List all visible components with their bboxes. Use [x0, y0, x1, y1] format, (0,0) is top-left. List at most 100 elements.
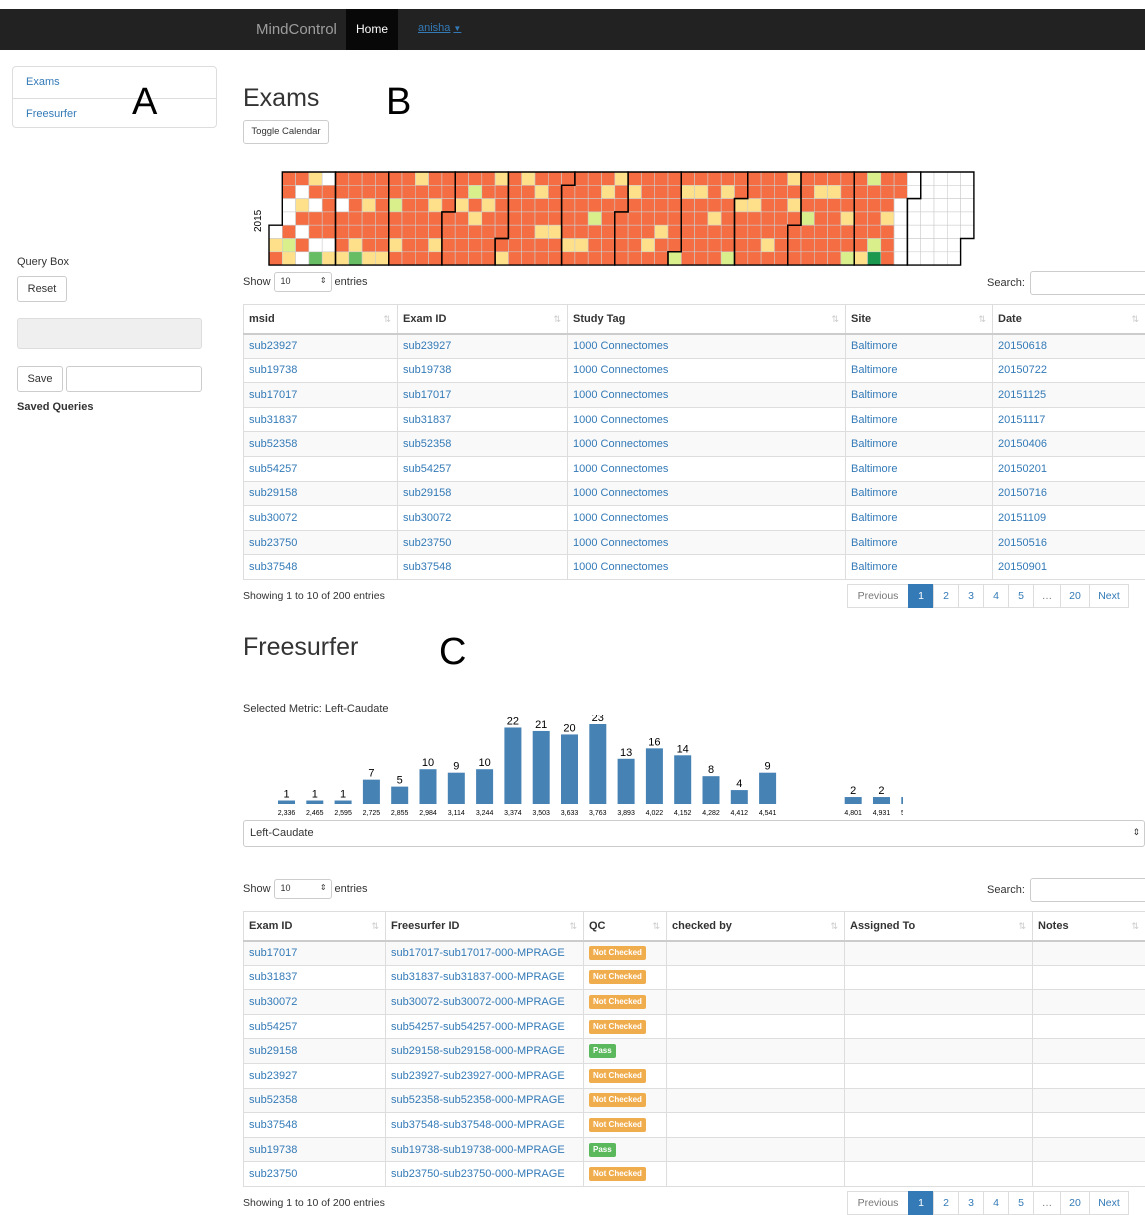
calendar-day-cell[interactable]: [641, 199, 654, 212]
calendar-day-cell[interactable]: [415, 239, 428, 252]
calendar-day-cell[interactable]: [429, 225, 442, 238]
calendar-day-cell[interactable]: [801, 252, 814, 265]
calendar-day-cell[interactable]: [841, 212, 854, 225]
calendar-day-cell[interactable]: [588, 239, 601, 252]
calendar-day-cell[interactable]: [389, 212, 402, 225]
calendar-day-cell[interactable]: [548, 199, 561, 212]
calendar-day-cell[interactable]: [548, 172, 561, 185]
calendar-day-cell[interactable]: [814, 225, 827, 238]
calendar-day-cell[interactable]: [721, 172, 734, 185]
calendar-day-cell[interactable]: [362, 199, 375, 212]
cell-link[interactable]: sub30072: [403, 512, 451, 524]
calendar-day-cell[interactable]: [748, 172, 761, 185]
previous-page-button[interactable]: Previous: [847, 1191, 909, 1215]
calendar-day-cell[interactable]: [721, 225, 734, 238]
cell-link[interactable]: sub31837: [403, 414, 451, 426]
calendar-day-cell[interactable]: [588, 199, 601, 212]
calendar-day-cell[interactable]: [761, 185, 774, 198]
cell-link[interactable]: sub30072: [249, 996, 297, 1008]
calendar-day-cell[interactable]: [469, 239, 482, 252]
calendar-day-cell[interactable]: [336, 172, 349, 185]
calendar-day-cell[interactable]: [602, 199, 615, 212]
calendar-day-cell[interactable]: [548, 239, 561, 252]
cell-link[interactable]: sub37548: [403, 561, 451, 573]
calendar-day-cell[interactable]: [708, 212, 721, 225]
calendar-day-cell[interactable]: [296, 212, 309, 225]
calendar-day-cell[interactable]: [628, 185, 641, 198]
calendar-day-cell[interactable]: [562, 212, 575, 225]
cell-link[interactable]: 20151117: [998, 414, 1045, 426]
calendar-day-cell[interactable]: [681, 185, 694, 198]
calendar-day-cell[interactable]: [562, 199, 575, 212]
calendar-day-cell[interactable]: [469, 212, 482, 225]
calendar-day-cell[interactable]: [296, 185, 309, 198]
calendar-day-cell[interactable]: [774, 239, 787, 252]
calendar-day-cell[interactable]: [708, 252, 721, 265]
histogram-bar[interactable]: [589, 724, 606, 804]
calendar-day-cell[interactable]: [921, 199, 934, 212]
calendar-day-cell[interactable]: [429, 185, 442, 198]
calendar-day-cell[interactable]: [548, 225, 561, 238]
calendar-day-cell[interactable]: [947, 252, 960, 265]
calendar-day-cell[interactable]: [748, 199, 761, 212]
calendar-day-cell[interactable]: [628, 239, 641, 252]
column-header[interactable]: Study Tag⇅: [568, 305, 846, 334]
page-button[interactable]: 3: [958, 1191, 984, 1215]
calendar-day-cell[interactable]: [854, 252, 867, 265]
calendar-day-cell[interactable]: [708, 239, 721, 252]
calendar-day-cell[interactable]: [429, 199, 442, 212]
cell-link[interactable]: sub17017: [249, 389, 297, 401]
cell-link[interactable]: Baltimore: [851, 364, 897, 376]
calendar-day-cell[interactable]: [921, 252, 934, 265]
calendar-day-cell[interactable]: [894, 212, 907, 225]
user-menu[interactable]: anisha▼: [418, 22, 461, 34]
calendar-day-cell[interactable]: [336, 185, 349, 198]
calendar-day-cell[interactable]: [482, 185, 495, 198]
page-button[interactable]: 4: [983, 584, 1009, 608]
column-header[interactable]: msid⇅: [244, 305, 398, 334]
histogram-bar[interactable]: [533, 731, 550, 804]
cell-link[interactable]: Baltimore: [851, 389, 897, 401]
calendar-day-cell[interactable]: [322, 225, 335, 238]
calendar-day-cell[interactable]: [349, 239, 362, 252]
calendar-day-cell[interactable]: [522, 172, 535, 185]
calendar-day-cell[interactable]: [588, 252, 601, 265]
calendar-day-cell[interactable]: [735, 252, 748, 265]
cell-link[interactable]: Baltimore: [851, 340, 897, 352]
calendar-day-cell[interactable]: [668, 225, 681, 238]
calendar-day-cell[interactable]: [522, 225, 535, 238]
calendar-day-cell[interactable]: [655, 239, 668, 252]
calendar-day-cell[interactable]: [761, 225, 774, 238]
calendar-day-cell[interactable]: [748, 212, 761, 225]
calendar-day-cell[interactable]: [947, 225, 960, 238]
calendar-day-cell[interactable]: [588, 172, 601, 185]
calendar-day-cell[interactable]: [362, 212, 375, 225]
calendar-day-cell[interactable]: [615, 239, 628, 252]
calendar-day-cell[interactable]: [801, 239, 814, 252]
calendar-day-cell[interactable]: [588, 185, 601, 198]
calendar-day-cell[interactable]: [508, 185, 521, 198]
cell-link[interactable]: Baltimore: [851, 487, 897, 499]
calendar-day-cell[interactable]: [269, 239, 282, 252]
reset-button[interactable]: Reset: [17, 276, 67, 302]
calendar-day-cell[interactable]: [602, 252, 615, 265]
cell-link[interactable]: 20151109: [998, 512, 1046, 524]
calendar-day-cell[interactable]: [455, 225, 468, 238]
calendar-day-cell[interactable]: [961, 172, 974, 185]
cell-link[interactable]: sub23927: [403, 340, 451, 352]
calendar-day-cell[interactable]: [562, 185, 575, 198]
calendar-day-cell[interactable]: [788, 185, 801, 198]
cell-link[interactable]: sub29158: [249, 1045, 297, 1057]
calendar-day-cell[interactable]: [788, 225, 801, 238]
calendar-day-cell[interactable]: [961, 212, 974, 225]
calendar-day-cell[interactable]: [934, 212, 947, 225]
save-name-input[interactable]: [66, 366, 202, 392]
histogram-bar[interactable]: [420, 769, 437, 804]
calendar-day-cell[interactable]: [575, 212, 588, 225]
column-header[interactable]: Freesurfer ID⇅: [386, 912, 584, 941]
cell-link[interactable]: Baltimore: [851, 561, 897, 573]
page-button[interactable]: 5: [1008, 1191, 1034, 1215]
calendar-day-cell[interactable]: [442, 172, 455, 185]
calendar-day-cell[interactable]: [349, 225, 362, 238]
calendar-day-cell[interactable]: [668, 199, 681, 212]
